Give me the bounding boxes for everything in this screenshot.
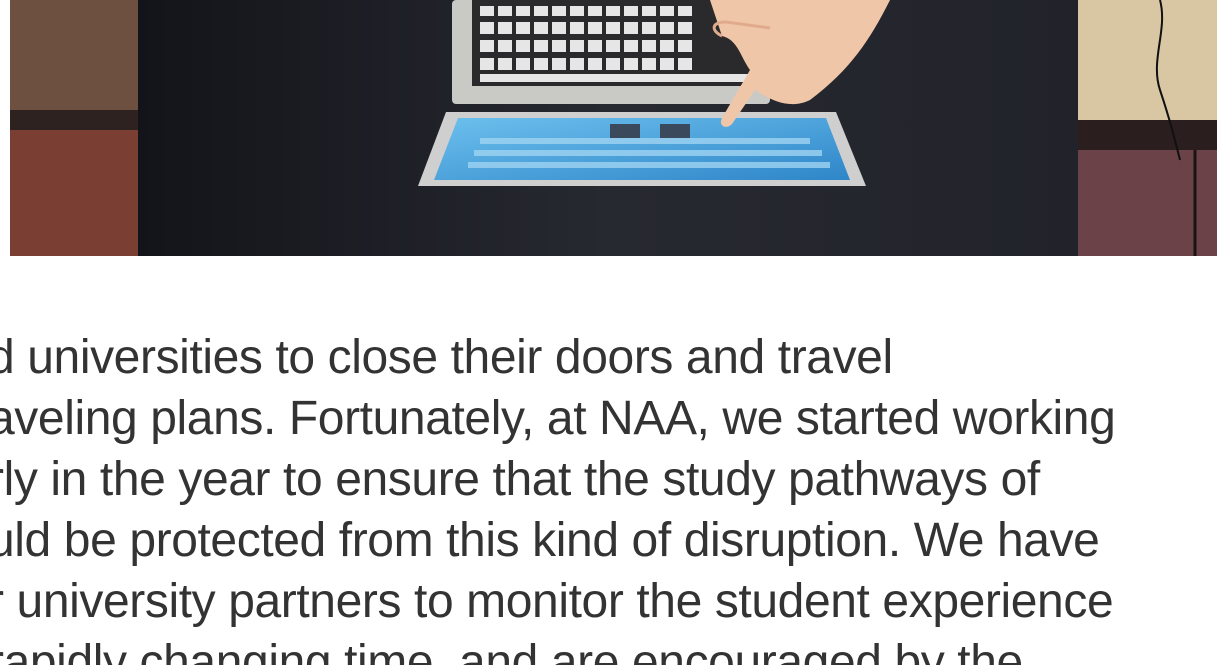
article-line: aveling plans. Fortunately, at NAA, we s… — [0, 392, 1116, 445]
page: d universities to close their doors and … — [0, 0, 1226, 665]
article-line: rly in the year to ensure that the study… — [0, 453, 1040, 506]
article-body: d universities to close their doors and … — [0, 327, 1226, 665]
article-line: uld be protected from this kind of disru… — [0, 514, 1100, 567]
article-line: rapidly changing time, and are encourage… — [0, 636, 1023, 665]
photo-laptop-tablet-hand-icon — [10, 0, 1217, 256]
hero-image — [10, 0, 1217, 256]
article-line: r university partners to monitor the stu… — [0, 575, 1114, 628]
article-line: d universities to close their doors and … — [0, 331, 893, 384]
